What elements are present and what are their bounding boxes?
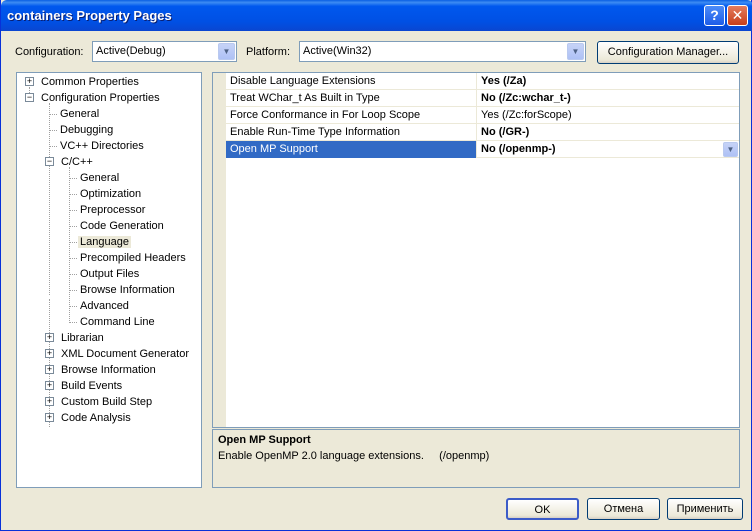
collapse-icon[interactable]: − [45, 157, 54, 166]
window-title: containers Property Pages [7, 8, 172, 23]
tree-item-command-line[interactable]: Command Line [78, 315, 157, 331]
property-value: Yes (/Zc:forScope) [481, 109, 572, 121]
tree-connector [49, 146, 57, 147]
ok-button[interactable]: OK [506, 498, 579, 520]
expand-icon[interactable]: + [45, 381, 54, 390]
column-divider [476, 141, 477, 158]
property-pages-dialog: containers Property Pages ? ✕ Configurat… [0, 0, 752, 531]
column-divider [476, 73, 477, 90]
platform-value: Active(Win32) [303, 45, 372, 57]
tree-connector [49, 130, 57, 131]
configuration-label: Configuration: [15, 46, 84, 58]
grid-gutter [213, 73, 226, 427]
property-value-dropdown[interactable]: No (/openmp-) [481, 143, 556, 155]
help-icon: ? [710, 7, 719, 23]
configuration-dropdown[interactable]: Active(Debug) ▼ [92, 41, 237, 62]
expand-icon[interactable]: + [45, 413, 54, 422]
tree-connector [69, 306, 77, 307]
tree-item-optimization[interactable]: Optimization [78, 187, 143, 203]
tree-item-code-generation[interactable]: Code Generation [78, 219, 166, 235]
property-row[interactable]: Force Conformance in For Loop Scope Yes … [226, 107, 739, 124]
column-divider [476, 90, 477, 107]
expand-icon[interactable]: + [45, 397, 54, 406]
property-row-selected[interactable]: Open MP Support No (/openmp-) ▼ [226, 141, 739, 158]
cancel-button[interactable]: Отмена [587, 498, 660, 520]
expand-icon[interactable]: + [45, 333, 54, 342]
title-bar[interactable]: containers Property Pages ? ✕ [1, 0, 752, 31]
expand-icon[interactable]: + [45, 365, 54, 374]
description-text: Enable OpenMP 2.0 language extensions. (… [218, 450, 490, 462]
tree-item-librarian[interactable]: + Librarian [45, 331, 106, 347]
tree-item-browse-information-top[interactable]: + Browse Information [45, 363, 158, 379]
tree-connector [69, 258, 77, 259]
description-panel: Open MP Support Enable OpenMP 2.0 langua… [212, 429, 740, 488]
tree-connector [69, 226, 77, 227]
property-name: Open MP Support [230, 143, 318, 155]
tree-item-common-properties[interactable]: + Common Properties [25, 75, 141, 91]
tree-item-custom-build-step[interactable]: + Custom Build Step [45, 395, 154, 411]
chevron-down-icon: ▼ [218, 43, 235, 60]
tree-item-language[interactable]: Language [78, 235, 131, 251]
tree-item-preprocessor[interactable]: Preprocessor [78, 203, 147, 219]
property-row[interactable]: Treat WChar_t As Built in Type No (/Zc:w… [226, 90, 739, 107]
tree-item-debugging[interactable]: Debugging [58, 123, 115, 139]
platform-dropdown[interactable]: Active(Win32) ▼ [299, 41, 586, 62]
tree-item-precompiled-headers[interactable]: Precompiled Headers [78, 251, 188, 267]
configuration-manager-button[interactable]: Configuration Manager... [597, 41, 739, 64]
tree-connector [69, 290, 77, 291]
property-tree: + Common Properties − Configuration Prop… [16, 72, 202, 488]
tree-connector [69, 178, 77, 179]
property-value: No (/Zc:wchar_t-) [481, 92, 571, 104]
tree-connector [69, 274, 77, 275]
platform-label: Platform: [246, 46, 291, 58]
chevron-down-icon: ▼ [567, 43, 584, 60]
tree-item-advanced[interactable]: Advanced [78, 299, 131, 315]
chevron-down-icon[interactable]: ▼ [723, 142, 738, 157]
tree-connector [69, 322, 77, 323]
tree-item-xml-doc-generator[interactable]: + XML Document Generator [45, 347, 191, 363]
property-row[interactable]: Disable Language Extensions Yes (/Za) [226, 73, 739, 90]
tree-connector [69, 167, 70, 321]
tree-item-build-events[interactable]: + Build Events [45, 379, 124, 395]
tree-connector [49, 103, 50, 295]
tree-item-browse-information[interactable]: Browse Information [78, 283, 177, 299]
property-name: Treat WChar_t As Built in Type [230, 92, 380, 104]
column-divider [476, 124, 477, 141]
tree-item-configuration-properties[interactable]: − Configuration Properties [25, 91, 162, 107]
description-title: Open MP Support [218, 434, 311, 446]
expand-icon[interactable]: + [25, 77, 34, 86]
property-name: Enable Run-Time Type Information [230, 126, 400, 138]
apply-button[interactable]: Применить [667, 498, 743, 520]
tree-item-cpp-general[interactable]: General [78, 171, 121, 187]
tree-connector [49, 114, 57, 115]
tree-connector [69, 194, 77, 195]
property-row[interactable]: Enable Run-Time Type Information No (/GR… [226, 124, 739, 141]
help-button[interactable]: ? [704, 5, 725, 26]
tree-item-vc-directories[interactable]: VC++ Directories [58, 139, 146, 155]
tree-item-output-files[interactable]: Output Files [78, 267, 141, 283]
tree-item-cpp[interactable]: − C/C++ [45, 155, 95, 171]
column-divider [476, 107, 477, 124]
collapse-icon[interactable]: − [25, 93, 34, 102]
tree-item-general[interactable]: General [58, 107, 101, 123]
property-grid: Disable Language Extensions Yes (/Za) Tr… [212, 72, 740, 428]
close-button[interactable]: ✕ [727, 5, 748, 26]
expand-icon[interactable]: + [45, 349, 54, 358]
property-value: No (/GR-) [481, 126, 530, 138]
property-name: Force Conformance in For Loop Scope [230, 109, 421, 121]
close-icon: ✕ [731, 7, 744, 23]
configuration-value: Active(Debug) [96, 45, 166, 57]
property-name: Disable Language Extensions [230, 75, 376, 87]
tree-connector [69, 210, 77, 211]
tree-connector [69, 242, 77, 243]
tree-item-code-analysis[interactable]: + Code Analysis [45, 411, 133, 427]
property-value: Yes (/Za) [481, 75, 527, 87]
